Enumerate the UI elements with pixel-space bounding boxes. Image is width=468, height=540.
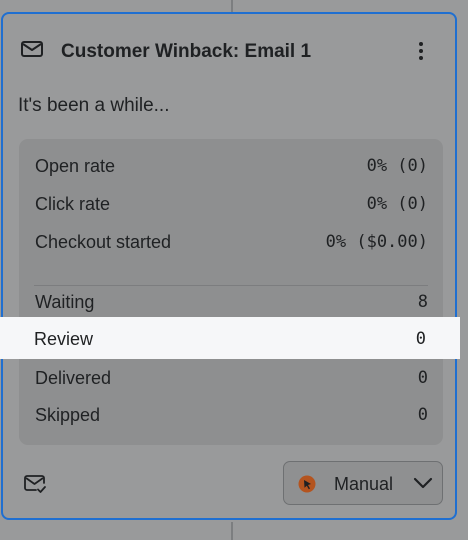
status-count: 0 bbox=[417, 405, 428, 425]
status-label: Review bbox=[34, 329, 94, 349]
status-count: 0 bbox=[417, 368, 428, 388]
kebab-menu-icon[interactable] bbox=[409, 38, 433, 64]
cursor-click-icon bbox=[298, 475, 316, 493]
chevron-down-icon bbox=[413, 477, 433, 489]
metric-label: Open rate bbox=[35, 156, 116, 176]
status-delivered: Delivered 0 bbox=[19, 360, 443, 396]
status-review[interactable]: Review 0 bbox=[0, 317, 460, 359]
mail-check-icon[interactable] bbox=[23, 473, 47, 495]
stats-panel: Open rate 0% (0) Click rate 0% (0) Check… bbox=[19, 139, 443, 445]
card-title: Customer Winback: Email 1 bbox=[61, 41, 312, 62]
mail-icon bbox=[21, 41, 43, 57]
status-waiting: Waiting 8 bbox=[19, 284, 443, 320]
metric-value: 0% ($0.00) bbox=[325, 232, 428, 252]
send-mode-label: Manual bbox=[334, 474, 394, 494]
flow-connector-top bbox=[231, 0, 233, 12]
status-count: 8 bbox=[417, 292, 428, 312]
metric-value: 0% (0) bbox=[366, 194, 428, 214]
metric-open-rate: Open rate 0% (0) bbox=[19, 148, 443, 184]
send-mode-select[interactable]: Manual bbox=[283, 461, 443, 505]
email-step-card[interactable]: Customer Winback: Email 1 It's been a wh… bbox=[1, 12, 457, 520]
status-label: Skipped bbox=[35, 405, 101, 425]
status-count: 0 bbox=[415, 329, 426, 349]
metric-label: Checkout started bbox=[35, 232, 172, 252]
status-label: Delivered bbox=[35, 368, 112, 388]
flow-connector-bottom bbox=[231, 522, 233, 540]
metric-label: Click rate bbox=[35, 194, 111, 214]
metric-checkout-started: Checkout started 0% ($0.00) bbox=[19, 224, 443, 260]
card-header: Customer Winback: Email 1 bbox=[3, 14, 455, 74]
metric-click-rate: Click rate 0% (0) bbox=[19, 186, 443, 222]
status-label: Waiting bbox=[35, 292, 95, 312]
status-skipped: Skipped 0 bbox=[19, 397, 443, 433]
email-subject: It's been a while... bbox=[18, 95, 170, 116]
metric-value: 0% (0) bbox=[366, 156, 428, 176]
